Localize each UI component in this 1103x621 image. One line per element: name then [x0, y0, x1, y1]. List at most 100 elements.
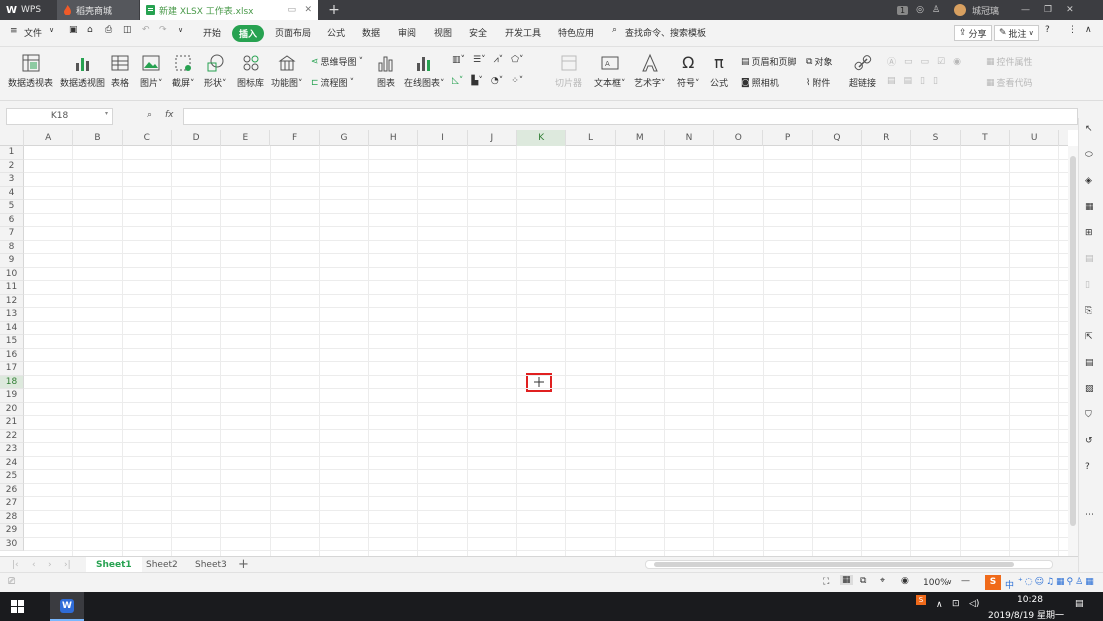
customize-quickbar-icon[interactable]: ∨ — [178, 26, 183, 34]
hamburger-icon[interactable]: ≡ — [10, 26, 18, 36]
screenshot-button[interactable]: 截屏˅ — [172, 53, 195, 89]
zoom-dropdown-icon[interactable]: ∨ — [947, 578, 952, 586]
tab-current-document[interactable]: 新建 XLSX 工作表.xlsx ▭ ✕ — [140, 0, 318, 20]
pie-chart-icon[interactable]: ◔˅ — [491, 76, 503, 86]
share-button[interactable]: ⇪ 分享 — [954, 25, 992, 41]
spinner-control-icon[interactable]: ▯ — [933, 76, 938, 86]
menu-developer[interactable]: 开发工具 — [505, 26, 541, 39]
row-header-9[interactable]: 9 — [0, 254, 24, 268]
column-header-a[interactable]: A — [24, 130, 74, 146]
help-circle-icon[interactable]: ? — [1085, 462, 1098, 475]
column-header-t[interactable]: T — [961, 130, 1010, 146]
column-header-f[interactable]: F — [271, 130, 320, 146]
security-icon[interactable]: ⛉ — [1085, 410, 1098, 423]
fx-button[interactable]: fx — [165, 110, 174, 120]
avatar[interactable] — [954, 4, 967, 16]
column-header-g[interactable]: G — [320, 130, 370, 146]
row-header-24[interactable]: 24 — [0, 456, 24, 470]
menu-special-apps[interactable]: 特色应用 — [558, 26, 594, 39]
menu-security[interactable]: 安全 — [469, 26, 487, 39]
hyperlink-button[interactable]: 超链接 — [849, 53, 876, 89]
first-sheet-icon[interactable]: |‹ — [12, 560, 19, 570]
sogou-ime-icon[interactable]: S — [985, 575, 1001, 590]
picture-button[interactable]: 图片˅ — [140, 53, 163, 89]
page-layout-view-icon[interactable]: ⧉ — [860, 576, 866, 586]
shirt-icon[interactable]: ♙ — [932, 5, 940, 15]
menu-insert[interactable]: 插入 — [232, 25, 265, 42]
sheet-tab-sheet2[interactable]: Sheet2 — [136, 557, 188, 573]
row-header-11[interactable]: 11 — [0, 281, 24, 295]
menu-formulas[interactable]: 公式 — [327, 26, 345, 39]
line-chart-icon[interactable]: ⩘˅ — [494, 55, 504, 65]
zoom-out-icon[interactable]: — — [961, 576, 970, 586]
row-header-19[interactable]: 19 — [0, 389, 24, 403]
undo-icon[interactable]: ↶ — [142, 25, 150, 35]
chevron-down-icon[interactable]: ∨ — [49, 26, 54, 34]
row-header-13[interactable]: 13 — [0, 308, 24, 322]
taskbar-wps-app[interactable]: W — [50, 592, 84, 621]
add-sheet-icon[interactable]: + — [238, 557, 249, 572]
clock-time[interactable]: 10:28 — [1017, 595, 1043, 605]
menu-view[interactable]: 视图 — [434, 26, 452, 39]
redo-icon[interactable]: ↷ — [159, 25, 167, 35]
ime-mode[interactable]: 中 — [1005, 578, 1014, 591]
menu-file[interactable]: 文件 — [24, 26, 42, 39]
sheet-tab-sheet3[interactable]: Sheet3 — [185, 557, 237, 573]
column-header-l[interactable]: L — [566, 130, 616, 146]
row-header-30[interactable]: 30 — [0, 537, 24, 551]
tab-docer-store[interactable]: 稻壳商城 — [57, 0, 139, 20]
row-header-23[interactable]: 23 — [0, 443, 24, 457]
row-header-17[interactable]: 17 — [0, 362, 24, 376]
bar-chart-icon[interactable]: ☰˅ — [473, 55, 486, 65]
apps-icon[interactable]: ⊞ — [1085, 228, 1098, 241]
format-painter-icon[interactable]: ⌂ — [87, 25, 93, 35]
row-header-7[interactable]: 7 — [0, 227, 24, 241]
row-header-20[interactable]: 20 — [0, 402, 24, 416]
template-icon[interactable]: ▤ — [1085, 358, 1098, 371]
row-header-25[interactable]: 25 — [0, 470, 24, 484]
row-header-8[interactable]: 8 — [0, 240, 24, 254]
vertical-scrollbar[interactable] — [1068, 146, 1078, 556]
shapes-button[interactable]: 形状˅ — [204, 53, 227, 89]
function-chart-button[interactable]: 功能图˅ — [271, 53, 303, 89]
minimize-icon[interactable]: — — [1021, 5, 1030, 15]
prev-sheet-icon[interactable]: ‹ — [32, 560, 36, 570]
volume-icon[interactable]: ◁) — [969, 599, 979, 609]
help-icon[interactable]: ? — [1045, 25, 1050, 35]
column-header-r[interactable]: R — [862, 130, 912, 146]
row-header-2[interactable]: 2 — [0, 159, 24, 173]
command-search[interactable]: 查找命令、搜索模板 — [625, 26, 706, 39]
skin-icon[interactable]: ◎ — [916, 5, 924, 15]
macro-record-icon[interactable]: ⎚ — [8, 577, 15, 587]
row-header-5[interactable]: 5 — [0, 200, 24, 214]
restore-icon[interactable]: ❐ — [1044, 5, 1052, 15]
pivot-table-button[interactable]: 数据透视表 — [8, 53, 53, 89]
row-header-18[interactable]: 18 — [0, 375, 24, 389]
row-header-4[interactable]: 4 — [0, 186, 24, 200]
comment-button[interactable]: ✎ 批注 ∨ — [994, 25, 1039, 41]
column-header-n[interactable]: N — [665, 130, 715, 146]
row-header-21[interactable]: 21 — [0, 416, 24, 430]
page-break-view-icon[interactable]: ⌖ — [880, 576, 885, 586]
menu-home[interactable]: 开始 — [203, 26, 221, 39]
column-header-i[interactable]: I — [418, 130, 468, 146]
column-header-m[interactable]: M — [616, 130, 665, 146]
history-icon[interactable]: ↺ — [1085, 436, 1098, 449]
label-control-icon[interactable]: Ⓐ — [887, 55, 896, 68]
row-header-16[interactable]: 16 — [0, 348, 24, 362]
sheet-tab-sheet1[interactable]: Sheet1 — [86, 557, 142, 573]
column-header-k[interactable]: K — [517, 130, 567, 146]
equation-button[interactable]: π 公式 — [709, 53, 729, 89]
formula-input[interactable] — [183, 108, 1078, 125]
backup-icon[interactable]: ▯ — [1085, 280, 1098, 293]
next-sheet-icon[interactable]: › — [48, 560, 52, 570]
page-badge[interactable]: 1 — [897, 5, 909, 15]
last-sheet-icon[interactable]: ›| — [64, 560, 71, 570]
combobox-control-icon[interactable]: ▤ — [904, 76, 913, 86]
property-icon[interactable]: ▤ — [1085, 254, 1098, 267]
textbox-button[interactable]: A 文本框˅ — [594, 53, 626, 89]
column-header-s[interactable]: S — [911, 130, 961, 146]
cell-area[interactable] — [24, 146, 1068, 556]
zoom-level[interactable]: 100% — [923, 578, 949, 588]
scrollbar-control-icon[interactable]: ▯ — [920, 76, 925, 86]
